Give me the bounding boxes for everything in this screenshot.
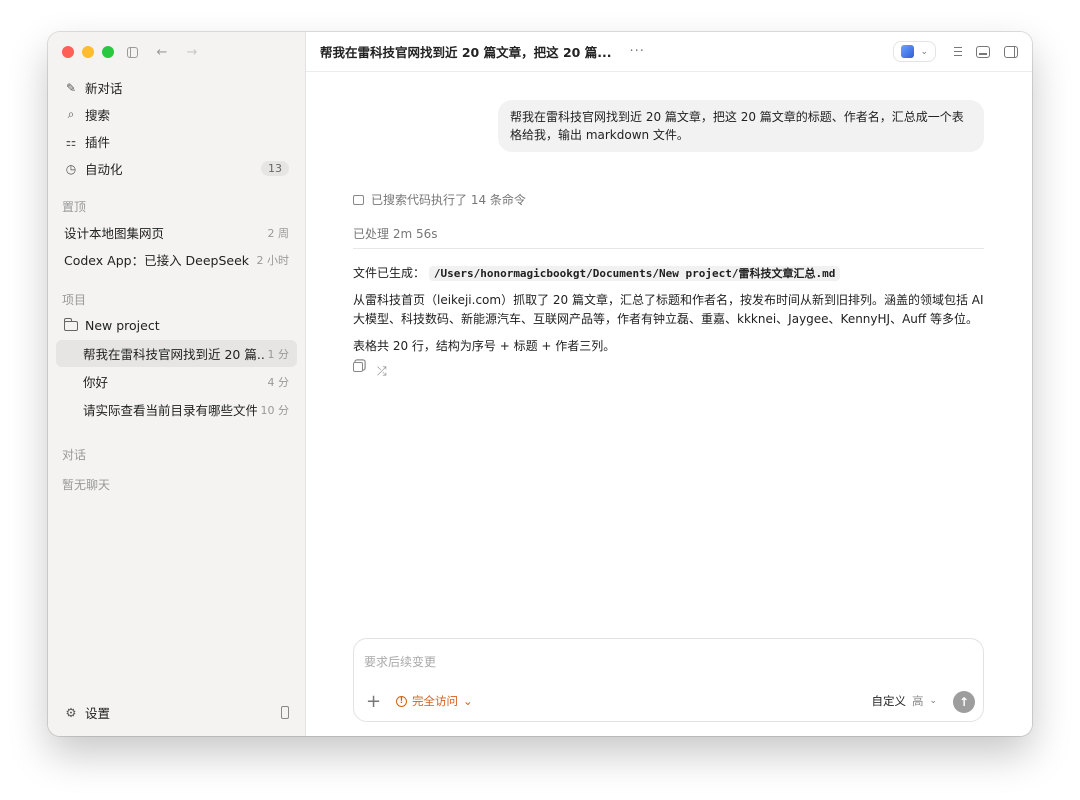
add-attachment-icon[interactable]: + bbox=[366, 693, 381, 711]
app-logo-icon bbox=[901, 45, 915, 58]
assistant-response: 文件已生成： /Users/honormagicbookgt/Documents… bbox=[353, 264, 984, 381]
nav-label: 新对话 bbox=[85, 81, 123, 96]
pinned-section-label: 置顶 bbox=[62, 200, 87, 214]
settings-label: 设置 bbox=[85, 706, 111, 721]
minimize-window-button[interactable] bbox=[82, 46, 94, 58]
pinned-item-title: Codex App：已接入 DeepSeek V... bbox=[64, 253, 253, 268]
message-composer[interactable]: 要求后续变更 + ! 完全访问 ⌄ 自定义 高 ⌄ ↑ bbox=[353, 638, 984, 722]
window-controls bbox=[62, 46, 114, 58]
thread-item[interactable]: 你好 4 分 bbox=[56, 368, 297, 395]
sidebar: ← → ✎ 新对话 ⌕ 搜索 ⚏ 插件 ◷ 自动化 13 置顶 设计本地图集网页… bbox=[48, 32, 306, 736]
thread-time: 10 分 bbox=[260, 403, 290, 417]
user-message-bubble: 帮我在雷科技官网找到近 20 篇文章，把这 20 篇文章的标题、作者名，汇总成一… bbox=[498, 100, 984, 152]
pinned-item[interactable]: 设计本地图集网页 2 周 bbox=[56, 219, 297, 246]
plugins-icon: ⚏ bbox=[65, 134, 77, 149]
model-label: 自定义 bbox=[871, 694, 906, 708]
thread-item[interactable]: 请实际查看当前目录有哪些文件... 10 分 bbox=[56, 396, 297, 423]
pinned-item-time: 2 小时 bbox=[256, 253, 290, 267]
chevron-down-icon: ⌄ bbox=[463, 694, 473, 708]
no-chats-text: 暂无聊天 bbox=[62, 478, 111, 492]
back-arrow-icon[interactable]: ← bbox=[154, 44, 170, 60]
nav-label: 搜索 bbox=[85, 108, 111, 123]
chats-section-label: 对话 bbox=[62, 448, 87, 462]
sidebar-toolbar: ← → bbox=[124, 44, 200, 60]
warning-icon: ! bbox=[396, 695, 407, 707]
file-generated-line: 文件已生成： /Users/honormagicbookgt/Documents… bbox=[353, 264, 984, 283]
processed-time[interactable]: 已处理 2m 56s bbox=[353, 225, 437, 242]
thread-time: 1 分 bbox=[267, 347, 290, 361]
search-icon: ⌕ bbox=[67, 107, 75, 121]
app-window: ← → ✎ 新对话 ⌕ 搜索 ⚏ 插件 ◷ 自动化 13 置顶 设计本地图集网页… bbox=[48, 32, 1032, 736]
pinned-item[interactable]: Codex App：已接入 DeepSeek V... 2 小时 bbox=[56, 246, 297, 273]
terminal-icon bbox=[353, 194, 364, 205]
phone-icon[interactable] bbox=[281, 706, 289, 719]
chevron-down-icon: ⌄ bbox=[929, 696, 937, 706]
send-button[interactable]: ↑ bbox=[953, 691, 975, 713]
response-paragraph: 表格共 20 行，结构为序号 + 标题 + 作者三列。 bbox=[353, 339, 616, 353]
nav-label: 插件 bbox=[85, 135, 111, 150]
right-panel-toggle-icon[interactable] bbox=[1004, 45, 1018, 58]
model-selector[interactable]: 自定义 高 ⌄ bbox=[871, 693, 937, 709]
response-paragraph: 从雷科技首页（leikeji.com）抓取了 20 篇文章，汇总了标题和作者名，… bbox=[353, 293, 984, 326]
sidebar-nav: ✎ 新对话 ⌕ 搜索 ⚏ 插件 ◷ 自动化 13 bbox=[56, 74, 297, 182]
composer-input[interactable]: 要求后续变更 bbox=[364, 653, 436, 670]
header-tools: ⌄ bbox=[893, 41, 1018, 62]
new-chat-button[interactable]: ✎ 新对话 bbox=[56, 74, 297, 101]
processed-time-text: 已处理 2m 56s bbox=[353, 227, 438, 241]
pinned-item-title: 设计本地图集网页 bbox=[64, 226, 165, 241]
settings-button[interactable]: ⚙ 设置 bbox=[56, 699, 297, 726]
clock-icon: ◷ bbox=[65, 161, 77, 176]
close-window-button[interactable] bbox=[62, 46, 74, 58]
header-bar: 帮我在雷科技官网找到近 20 篇文章，把这 20 篇... ··· ⌄ bbox=[306, 32, 1032, 72]
searched-commands-summary[interactable]: 已搜索代码执行了 14 条命令 bbox=[353, 191, 526, 208]
edit-icon: ✎ bbox=[65, 80, 77, 95]
pinned-item-time: 2 周 bbox=[267, 226, 290, 240]
toggle-sidebar-icon[interactable] bbox=[124, 44, 140, 60]
project-name: New project bbox=[85, 318, 160, 333]
fork-icon[interactable]: ⤮ bbox=[377, 362, 387, 381]
thread-title: 帮我在雷科技官网找到近 20 篇... bbox=[83, 347, 264, 362]
bottom-panel-toggle-icon[interactable] bbox=[976, 45, 990, 58]
thread-item-active[interactable]: 帮我在雷科技官网找到近 20 篇... 1 分 bbox=[56, 340, 297, 367]
project-folder[interactable]: New project bbox=[56, 312, 297, 339]
thread-title: 请实际查看当前目录有哪些文件... bbox=[83, 403, 257, 418]
chevron-down-icon: ⌄ bbox=[920, 46, 928, 57]
divider bbox=[353, 248, 984, 249]
searched-summary-text: 已搜索代码执行了 14 条命令 bbox=[371, 193, 526, 207]
search-button[interactable]: ⌕ 搜索 bbox=[56, 101, 297, 128]
checklist-icon[interactable] bbox=[950, 46, 962, 57]
access-mode-selector[interactable]: ! 完全访问 ⌄ bbox=[396, 693, 473, 709]
automation-button[interactable]: ◷ 自动化 13 bbox=[56, 155, 297, 182]
thread-title: 你好 bbox=[83, 375, 109, 390]
file-path-code[interactable]: /Users/honormagicbookgt/Documents/New pr… bbox=[428, 266, 841, 281]
gear-icon: ⚙ bbox=[65, 705, 77, 720]
copy-icon[interactable] bbox=[353, 362, 363, 372]
access-mode-label: 完全访问 bbox=[412, 694, 458, 708]
file-generated-label: 文件已生成： bbox=[353, 266, 426, 280]
folder-icon bbox=[64, 317, 78, 331]
response-actions: ⤮ bbox=[353, 362, 984, 381]
forward-arrow-icon[interactable]: → bbox=[184, 44, 200, 60]
nav-label: 自动化 bbox=[85, 162, 123, 177]
thread-title-header: 帮我在雷科技官网找到近 20 篇文章，把这 20 篇... bbox=[320, 45, 612, 60]
plugins-button[interactable]: ⚏ 插件 bbox=[56, 128, 297, 155]
projects-section-label: 项目 bbox=[62, 293, 87, 307]
main-panel: 帮我在雷科技官网找到近 20 篇文章，把这 20 篇... ··· ⌄ 帮我在雷… bbox=[306, 32, 1032, 736]
more-options-icon[interactable]: ··· bbox=[629, 44, 644, 59]
automation-count-badge: 13 bbox=[261, 161, 289, 176]
reasoning-level-label: 高 bbox=[911, 694, 924, 708]
open-in-app-selector[interactable]: ⌄ bbox=[893, 41, 936, 62]
zoom-window-button[interactable] bbox=[102, 46, 114, 58]
thread-time: 4 分 bbox=[267, 375, 290, 389]
